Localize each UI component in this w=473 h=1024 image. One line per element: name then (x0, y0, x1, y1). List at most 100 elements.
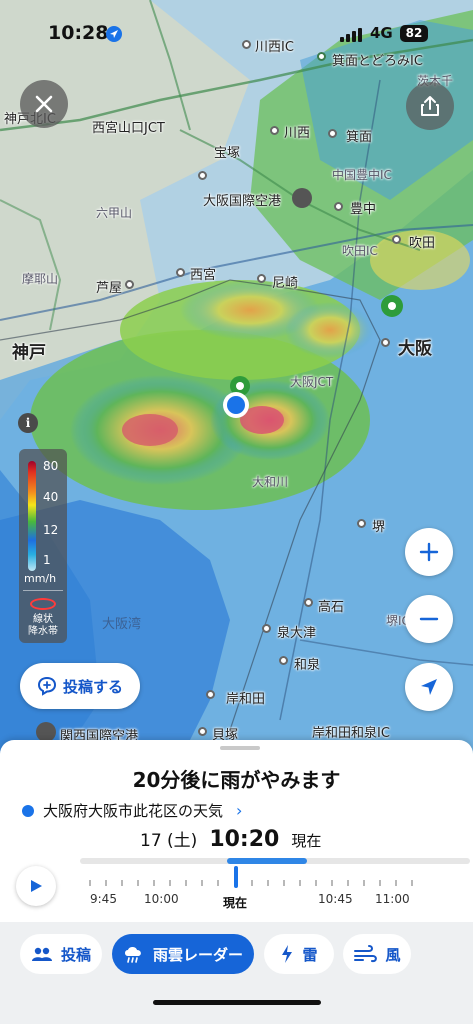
play-button[interactable] (16, 866, 56, 906)
legend-level: 40 (43, 490, 59, 504)
tab-wind-label: 風 (385, 945, 401, 964)
date-label: 17 (土) (140, 831, 198, 851)
map-label-ashiya: 芦屋 (96, 281, 123, 296)
timeline-ticks (89, 880, 413, 886)
band-label-line1: 線状 (33, 614, 53, 625)
map-label-osaka-jct: 大阪JCT (290, 375, 334, 389)
battery-icon: 82 (400, 25, 428, 42)
status-bar: 10:28 4G 82 (0, 0, 473, 60)
timeline-slider[interactable]: 9:45 10:00 現在 10:45 11:00 (70, 856, 470, 926)
location-arrow-icon (421, 679, 437, 695)
map-label-kobe: 神戸 (12, 343, 46, 363)
city-dot (328, 129, 337, 138)
map-label-kishiwada: 岸和田 (226, 692, 266, 707)
current-location-button[interactable] (405, 663, 453, 711)
plus-icon (419, 542, 439, 562)
city-dot (334, 202, 343, 211)
comment-icon (37, 676, 56, 696)
map-label-minoh: 箕面 (346, 130, 373, 145)
forecast-sheet: 20分後に雨がやみます 大阪府大阪市此花区の天気 › 17 (土) 10:20 … (0, 740, 473, 1024)
tab-rain-radar-label: 雨雲レーダー (152, 945, 243, 964)
city-dot (257, 274, 266, 283)
tab-posts-label: 投稿 (60, 945, 91, 964)
city-dot (198, 727, 207, 736)
map-label-osaka-bay: 大阪湾 (102, 617, 142, 632)
tab-thunder[interactable]: 雷 (264, 934, 334, 974)
signal-icon (340, 28, 362, 42)
current-datetime: 17 (土) 10:20 現在 (140, 826, 321, 852)
timeline-label: 10:00 (144, 892, 179, 906)
map-label-kawanishi: 川西 (284, 126, 311, 141)
timeline-label: 9:45 (90, 892, 117, 906)
band-label-line2: 降水帯 (28, 626, 58, 637)
minus-icon (419, 617, 439, 621)
timeline-cursor[interactable] (234, 866, 238, 888)
map-label-mayasan: 摩耶山 (22, 272, 59, 286)
chevron-right-icon: › (236, 801, 243, 820)
info-icon[interactable]: i (18, 413, 38, 433)
close-button[interactable] (20, 80, 68, 128)
location-link[interactable]: 大阪府大阪市此花区の天気 › (22, 800, 242, 821)
tab-wind[interactable]: 風 (343, 934, 411, 974)
clock: 10:28 (48, 22, 109, 44)
linear-rainband-icon (30, 598, 56, 610)
map-label-nishinomiya: 西宮 (190, 268, 217, 283)
city-dot (392, 235, 401, 244)
map-label-osaka: 大阪 (398, 339, 432, 359)
legend-level: 12 (43, 523, 59, 537)
location-name: 大阪府大阪市此花区の天気 (43, 802, 224, 820)
legend-level: 80 (43, 459, 59, 473)
zoom-out-button[interactable] (405, 595, 453, 643)
city-dot (304, 598, 313, 607)
tab-thunder-label: 雷 (302, 945, 318, 964)
share-icon (421, 96, 439, 116)
sheet-grabber[interactable] (220, 746, 260, 750)
map-label-takarazuka: 宝塚 (214, 146, 241, 161)
linear-rainband-label: 線状 降水帯 (23, 614, 63, 638)
tab-posts[interactable]: 投稿 (20, 934, 102, 974)
zoom-in-button[interactable] (405, 528, 453, 576)
city-dot (279, 656, 288, 665)
map-label-izumi: 和泉 (294, 658, 321, 673)
timeline-label: 10:45 (318, 892, 353, 906)
map-label-toyonaka: 豊中 (350, 202, 377, 217)
timeline-forecast-range (227, 858, 307, 864)
timeline-label: 11:00 (375, 892, 410, 906)
map-label-suita: 吹田 (409, 236, 436, 251)
time-label: 10:20 (209, 827, 280, 852)
map-label-rokkosan: 六甲山 (96, 206, 133, 220)
legend-unit: mm/h (24, 572, 57, 585)
rain-cloud-icon (124, 947, 141, 963)
radar-map[interactable]: 川西IC 箕面とどろみIC 茨木千 神戸北IC 西宮山口JCT 川西 箕面 宝塚… (0, 0, 473, 760)
city-dot (270, 126, 279, 135)
home-indicator (153, 1000, 321, 1005)
map-label-amagasaki: 尼崎 (272, 276, 299, 291)
network-type: 4G (370, 24, 393, 42)
map-label-osaka-airport: 大阪国際空港 (203, 194, 282, 209)
share-button[interactable] (406, 82, 454, 130)
map-label-yamato-river: 大和川 (252, 475, 289, 489)
map-label-suita-ic: 吹田IC (342, 244, 378, 258)
rain-legend: 80 40 12 1 mm/h 線状 降水帯 (19, 449, 67, 643)
city-dot (176, 268, 185, 277)
wind-icon (354, 945, 378, 963)
close-icon (35, 95, 53, 113)
now-label: 現在 (291, 832, 322, 850)
timeline-label-now: 現在 (223, 896, 248, 910)
location-arrow-icon (106, 26, 122, 42)
lightning-icon (282, 945, 293, 963)
map-label-takaishi: 高石 (318, 600, 345, 615)
legend-level: 1 (43, 553, 51, 567)
city-dot (206, 690, 215, 699)
people-icon (31, 947, 52, 961)
map-label-chugoku-toyonaka-ic: 中国豊中IC (332, 168, 392, 182)
map-base (0, 0, 473, 760)
post-button[interactable]: 投稿する (20, 663, 140, 709)
legend-divider (23, 590, 63, 591)
post-button-label: 投稿する (62, 677, 123, 696)
location-dot-icon (22, 804, 34, 817)
city-dot (262, 624, 271, 633)
map-label-izumiotsu: 泉大津 (277, 626, 317, 641)
tab-rain-radar[interactable]: 雨雲レーダー (112, 934, 254, 974)
city-dot (125, 280, 134, 289)
